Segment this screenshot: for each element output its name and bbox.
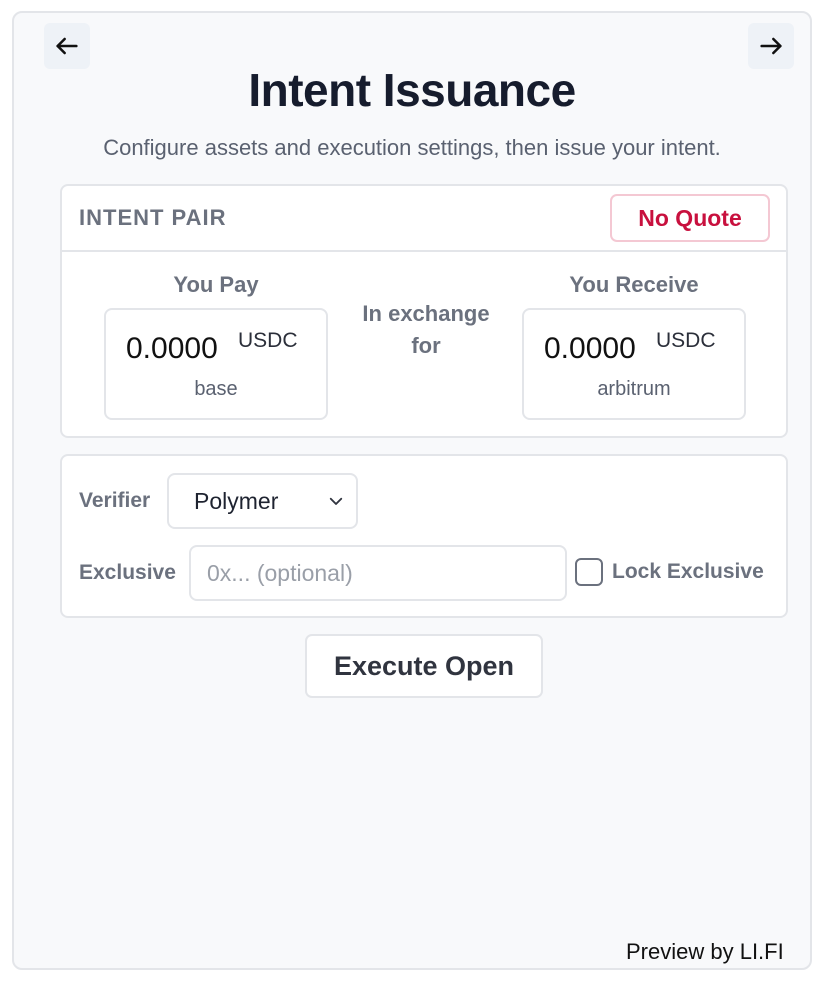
- execute-open-button[interactable]: Execute Open: [305, 634, 543, 698]
- lock-exclusive-label[interactable]: Lock Exclusive: [612, 560, 764, 584]
- receive-token: USDC: [656, 329, 716, 352]
- receive-amount: 0.0000: [544, 332, 636, 365]
- pay-chain: base: [194, 378, 238, 400]
- quote-status-badge: No Quote: [610, 194, 770, 242]
- chevron-down-icon: [329, 497, 343, 505]
- intent-pair-card: INTENT PAIR No Quote You Pay 0.0000 USDC…: [60, 184, 788, 438]
- page-title: Intent Issuance: [248, 64, 576, 116]
- you-pay-label: You Pay: [173, 272, 259, 297]
- pay-amount: 0.0000: [126, 332, 218, 365]
- intent-issuance-panel: Intent Issuance Configure assets and exe…: [12, 11, 812, 970]
- exchange-label: In exchange for: [362, 301, 490, 358]
- exclusive-label: Exclusive: [79, 561, 176, 584]
- receive-chain: arbitrum: [597, 378, 671, 400]
- verifier-label: Verifier: [79, 489, 151, 512]
- exclusive-address-input[interactable]: [189, 545, 567, 601]
- verifier-selected-value: Polymer: [194, 487, 279, 514]
- pay-amount-box[interactable]: 0.0000 USDC base: [104, 308, 328, 420]
- intent-pair-header: INTENT PAIR No Quote: [62, 186, 786, 252]
- verifier-select[interactable]: Polymer: [167, 473, 358, 529]
- intent-pair-title: INTENT PAIR: [79, 205, 227, 230]
- page-subtitle: Configure assets and execution settings,…: [103, 135, 721, 160]
- arrow-left-icon: [56, 37, 78, 55]
- footer-credit: Preview by LI.FI: [626, 939, 784, 964]
- pay-token: USDC: [238, 329, 298, 352]
- you-receive-label: You Receive: [569, 272, 699, 297]
- lock-exclusive-checkbox[interactable]: [575, 558, 603, 586]
- arrow-right-icon: [760, 37, 782, 55]
- receive-amount-box[interactable]: 0.0000 USDC arbitrum: [522, 308, 746, 420]
- execution-settings-card: Verifier Polymer Exclusive Lock Exclusiv…: [60, 454, 788, 618]
